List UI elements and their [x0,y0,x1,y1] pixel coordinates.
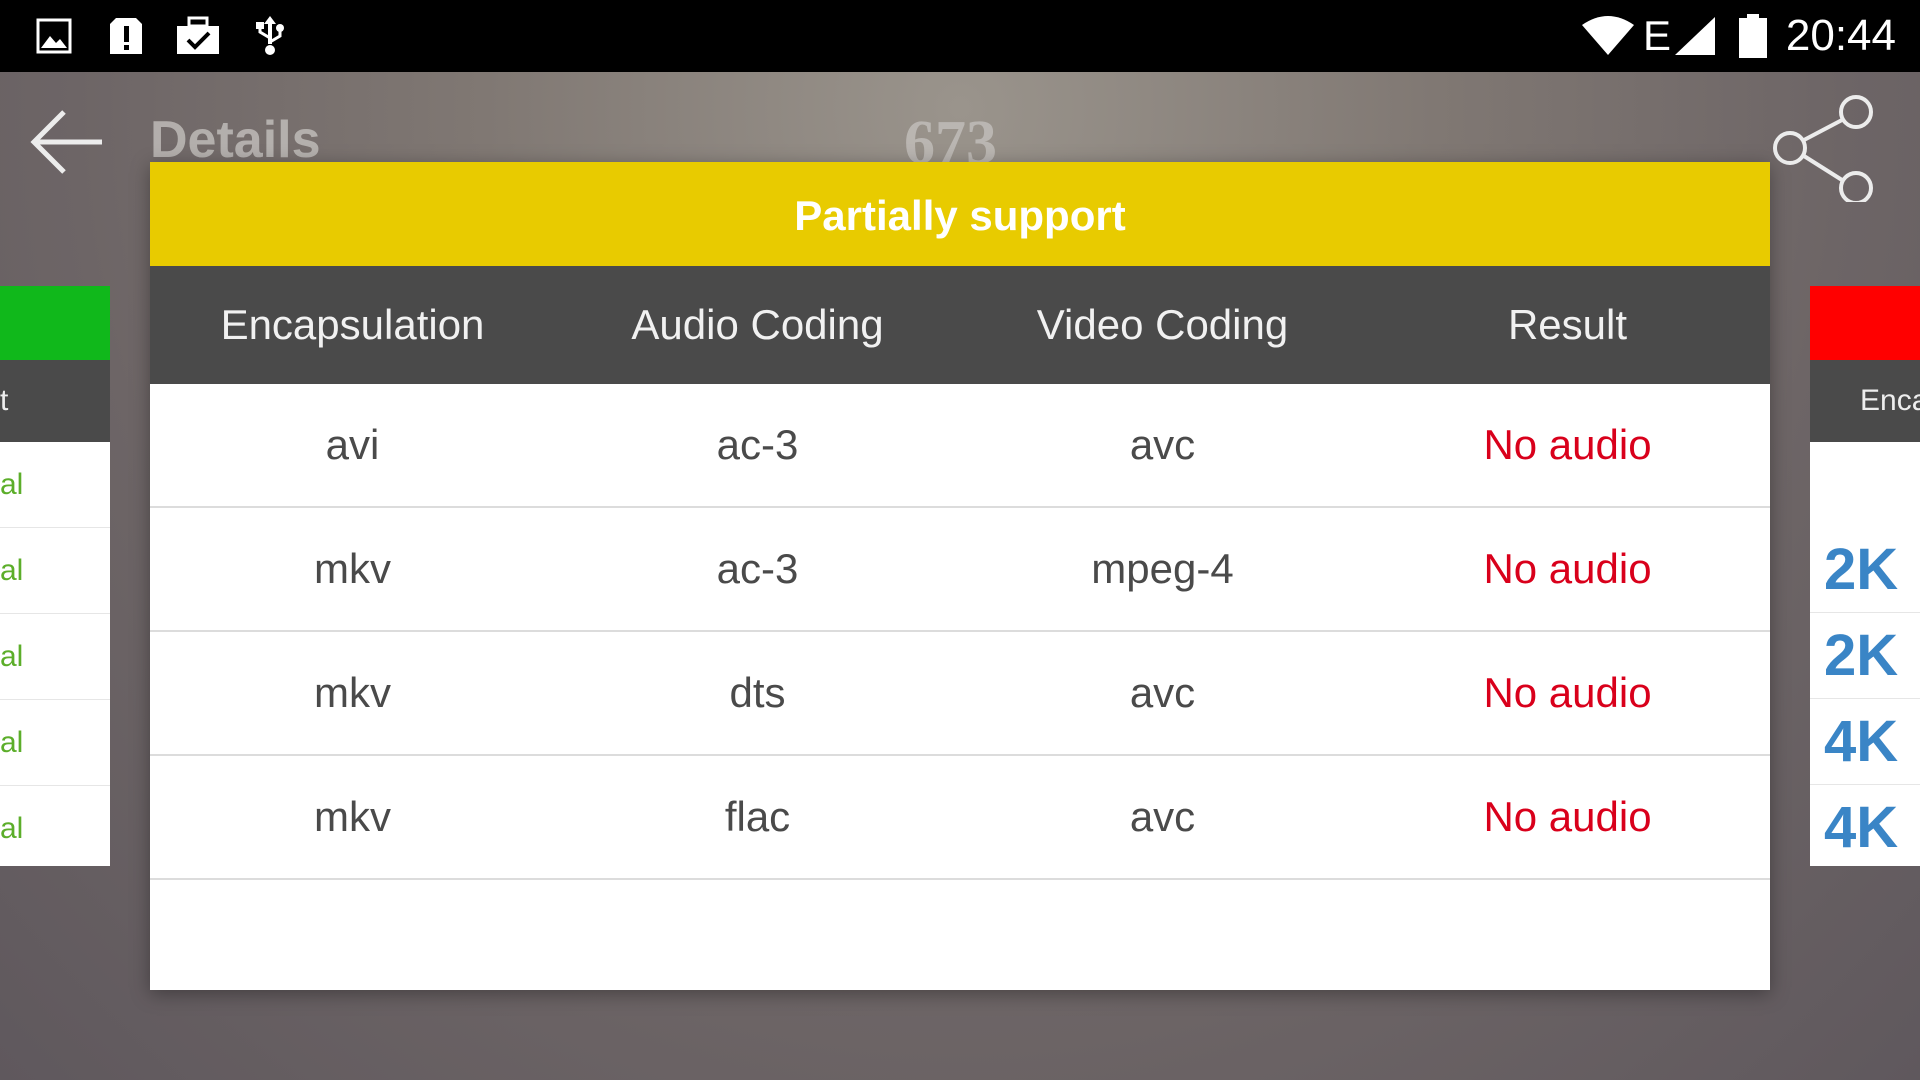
encapsulation-cell: avi [325,421,380,468]
encapsulation-cell: mkv [314,669,391,716]
audio-coding-cell: ac-3 [716,545,799,592]
result-cell: No audio [1483,421,1652,468]
share-icon[interactable] [1772,92,1882,205]
table-row: mkv ac-3 mpeg-4 No audio [150,508,1770,632]
column-header-video-coding: Video Coding [1036,301,1289,348]
left-card-row: al [0,442,110,528]
usb-icon [250,14,290,58]
video-coding-cell: mpeg-4 [1091,545,1234,592]
page-title: Details [150,111,321,169]
dialog-title: Partially support [150,162,1770,266]
resolution-badge: 2K [1810,527,1920,613]
back-arrow-icon[interactable] [28,102,108,182]
left-card-row: al [0,528,110,614]
alert-icon [106,14,146,58]
audio-coding-cell: ac-3 [716,421,799,468]
clock: 20:44 [1785,11,1896,60]
left-background-card: t al al al al al [0,286,110,866]
resolution-badge: 2K [1810,613,1920,699]
right-card-status-band [1810,286,1920,360]
battery-icon [1736,14,1770,58]
left-card-status-band [0,286,110,360]
briefcase-check-icon [174,14,222,58]
video-coding-cell: avc [1129,669,1196,716]
left-card-row: al [0,700,110,786]
resolution-badge: 4K [1810,699,1920,785]
table-row: avi ac-3 avc No audio [150,384,1770,508]
video-coding-cell: avc [1129,421,1196,468]
audio-coding-cell: flac [724,793,791,840]
result-cell: No audio [1483,793,1652,840]
left-card-header: t [0,360,110,442]
support-dialog: Partially support Encapsulation Audio Co… [150,162,1770,990]
column-header-encapsulation: Encapsulation [220,301,485,348]
right-card-header: Enca [1810,360,1920,442]
column-header-audio-coding: Audio Coding [631,301,884,348]
right-card-spacer [1810,442,1920,527]
left-card-row: al [0,614,110,700]
table-header: Encapsulation Audio Coding Video Coding … [150,266,1770,384]
left-card-row: al [0,786,110,866]
result-cell: No audio [1483,545,1652,592]
status-bar: E 20:44 [0,0,1920,72]
network-type-label: E [1642,12,1671,59]
column-header-result: Result [1507,301,1628,348]
wifi-icon [1580,14,1636,58]
table-row: mkv dts avc No audio [150,632,1770,756]
audio-coding-cell: dts [729,669,786,716]
image-icon [34,14,74,58]
network-e-icon: E [1640,12,1720,59]
video-coding-cell: avc [1129,793,1196,840]
encapsulation-cell: mkv [314,793,391,840]
resolution-badge: 4K [1810,785,1920,866]
table-row: mkv flac avc No audio [150,756,1770,880]
encapsulation-cell: mkv [314,545,391,592]
right-background-card: Enca 2K 2K 4K 4K [1810,286,1920,866]
result-cell: No audio [1483,669,1652,716]
